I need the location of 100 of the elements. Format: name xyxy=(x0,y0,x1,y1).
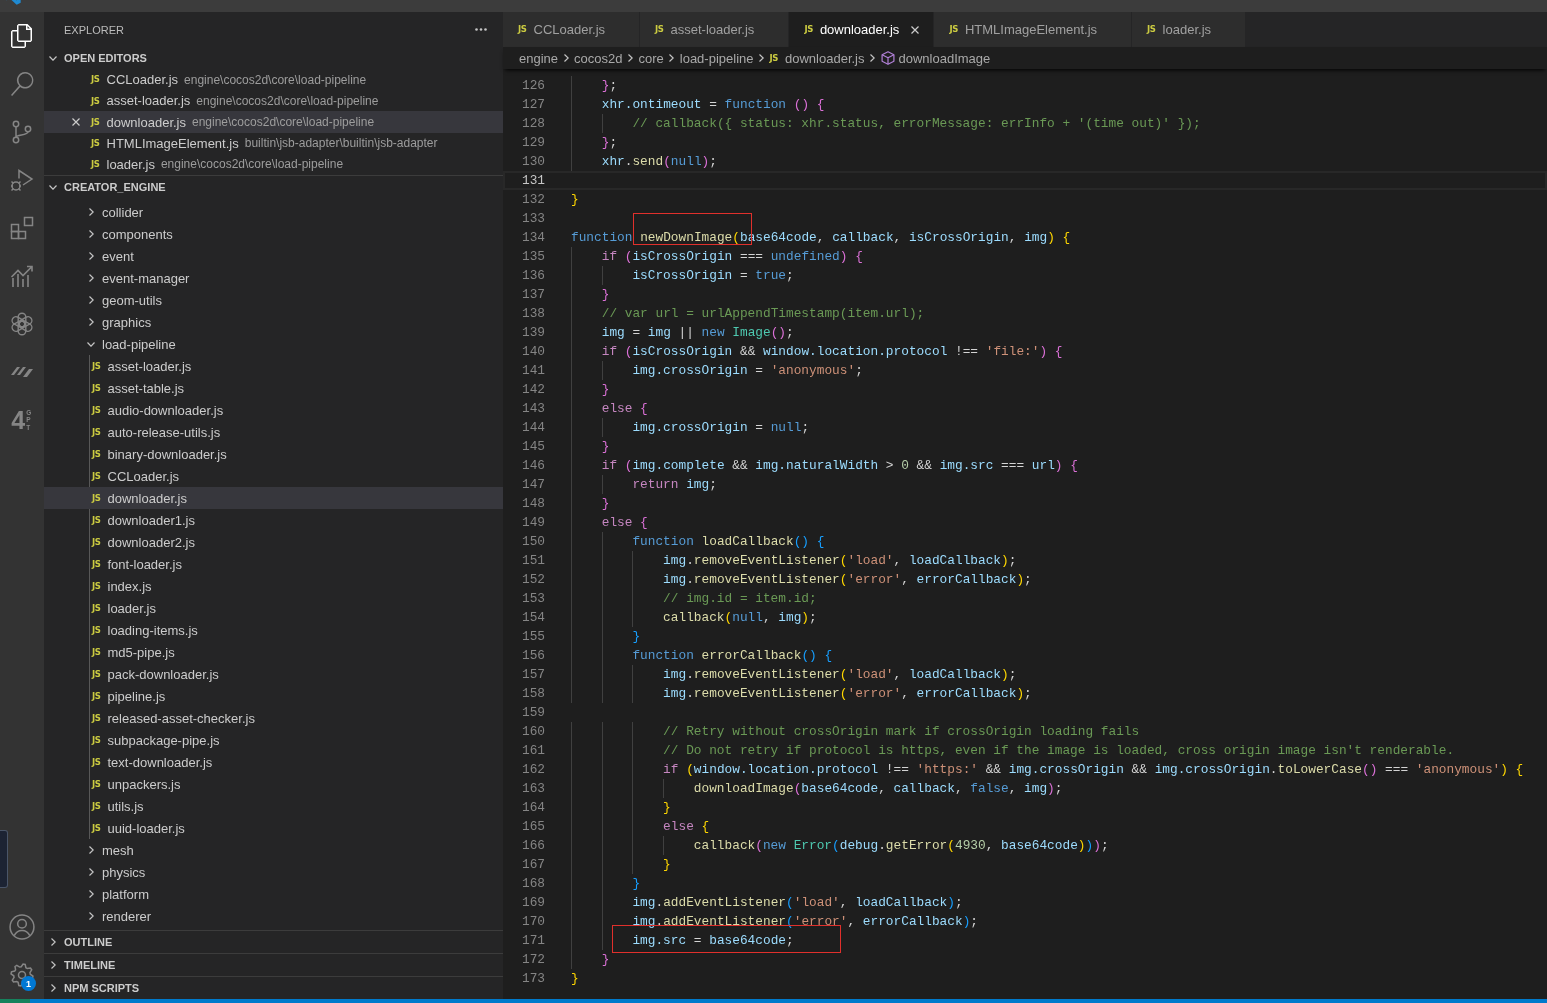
tree-item[interactable]: physics xyxy=(44,861,503,883)
js-file-icon: JS xyxy=(92,823,101,833)
code-line: // Do not retry if protocol is https, even if the image is loaded, cross origin image isn't renderable. xyxy=(663,742,1455,758)
js-file-icon: JS xyxy=(91,75,100,84)
indent-guide xyxy=(601,265,603,285)
breadcrumb-item[interactable]: downloadImage xyxy=(880,50,991,66)
tree-item[interactable]: JS released-asset-checker.js xyxy=(44,707,503,729)
line-number: 170 xyxy=(521,912,545,931)
indent-guide xyxy=(601,474,603,494)
tree-item[interactable]: JS downloader1.js xyxy=(44,509,503,531)
tree-item[interactable]: collider xyxy=(44,201,503,223)
run-debug-icon[interactable] xyxy=(10,168,34,192)
tree-item[interactable]: event xyxy=(44,245,503,267)
js-file-icon: JS xyxy=(92,801,101,811)
line-number: 149 xyxy=(521,513,545,532)
line-number: 160 xyxy=(521,722,545,741)
editor-tab[interactable]: JS downloader.js xyxy=(789,12,935,47)
indent-guide xyxy=(601,360,603,380)
tree-item[interactable]: JS downloader.js xyxy=(44,487,503,509)
editor-tab[interactable]: JS HTMLImageElement.js xyxy=(934,12,1133,47)
tree-item[interactable]: JS unpackers.js xyxy=(44,773,503,795)
tree-item[interactable]: JS pipeline.js xyxy=(44,685,503,707)
extensions-icon[interactable] xyxy=(10,216,34,240)
more-icon[interactable] xyxy=(475,28,487,31)
tree-item[interactable]: JS CCLoader.js xyxy=(44,465,503,487)
tree-item[interactable]: event-manager xyxy=(44,267,503,289)
tree-item[interactable]: JS text-downloader.js xyxy=(44,751,503,773)
js-file-icon: JS xyxy=(92,691,101,701)
tree-item[interactable]: JS index.js xyxy=(44,575,503,597)
floating-widget xyxy=(0,830,8,888)
tree-item[interactable]: JS binary-downloader.js xyxy=(44,443,503,465)
tree-item[interactable]: JS subpackage-pipe.js xyxy=(44,729,503,751)
account-icon[interactable] xyxy=(9,914,35,940)
tree-item[interactable]: mesh xyxy=(44,839,503,861)
tree-item[interactable]: graphics xyxy=(44,311,503,333)
tree-item[interactable]: JS asset-table.js xyxy=(44,377,503,399)
editor-tab[interactable]: JS CCLoader.js xyxy=(503,12,641,47)
open-editor-item[interactable]: JS loader.js engine\cocos2d\core\load-pipeline xyxy=(44,153,503,175)
tree-item[interactable]: JS font-loader.js xyxy=(44,553,503,575)
line-number: 167 xyxy=(521,855,545,874)
js-file-icon: JS xyxy=(92,603,101,613)
tree-item[interactable]: JS audio-downloader.js xyxy=(44,399,503,421)
tree-item[interactable]: renderer xyxy=(44,905,503,927)
section-header[interactable]: CREATOR_ENGINE xyxy=(44,175,503,198)
open-editor-item[interactable]: JS HTMLImageElement.js builtin\jsb-adapter\builtin\jsb-adapter xyxy=(44,132,503,154)
line-number: 128 xyxy=(521,114,545,133)
editor-tab[interactable]: JS asset-loader.js xyxy=(640,12,790,47)
close-icon[interactable] xyxy=(72,118,80,126)
tree-item[interactable]: JS loading-items.js xyxy=(44,619,503,641)
line-number: 164 xyxy=(521,798,545,817)
js-file-icon: JS xyxy=(92,581,101,591)
section-header[interactable]: OPEN EDITORS xyxy=(44,47,503,69)
line-number: 134 xyxy=(521,228,545,247)
breadcrumb-item[interactable]: engine xyxy=(519,50,559,66)
tree-item[interactable]: JS loader.js xyxy=(44,597,503,619)
breadcrumb-item[interactable]: JS downloader.js xyxy=(769,50,865,66)
line-number: 155 xyxy=(521,627,545,646)
breadcrumb-item[interactable]: load-pipeline xyxy=(679,50,754,66)
editor-tab[interactable]: JS loader.js xyxy=(1132,12,1246,47)
close-icon[interactable] xyxy=(911,25,920,34)
tree-item[interactable]: platform xyxy=(44,883,503,905)
code-line: img.removeEventListener('error', errorCallback); xyxy=(663,571,1032,587)
slashes-icon[interactable] xyxy=(11,367,33,377)
tree-item[interactable]: JS utils.js xyxy=(44,795,503,817)
settings-icon[interactable] xyxy=(10,963,34,987)
js-file-icon: JS xyxy=(1147,25,1156,34)
code-line: xhr.ontimeout = function () { xyxy=(601,96,825,112)
tree-item[interactable]: load-pipeline xyxy=(44,333,503,355)
code-line: img.src = base64code; xyxy=(632,932,794,948)
js-file-icon: JS xyxy=(804,25,813,34)
breadcrumb-item[interactable]: cocos2d xyxy=(574,50,623,66)
chart-icon[interactable] xyxy=(10,264,34,288)
tree-item[interactable]: JS uuid-loader.js xyxy=(44,817,503,839)
code-line: }; xyxy=(601,134,618,150)
code-line: img.addEventListener('load', loadCallback); xyxy=(632,894,963,910)
search-icon[interactable] xyxy=(10,72,34,96)
open-editor-item[interactable]: JS CCLoader.js engine\cocos2d\core\load-pipeline xyxy=(44,69,503,91)
line-number: 127 xyxy=(521,95,545,114)
tree-item[interactable]: JS pack-downloader.js xyxy=(44,663,503,685)
line-number: 139 xyxy=(521,323,545,342)
line-number: 159 xyxy=(521,703,545,722)
code-line: } xyxy=(571,191,579,207)
tree-item[interactable]: components xyxy=(44,223,503,245)
tree-item[interactable]: JS asset-loader.js xyxy=(44,355,503,377)
files-icon[interactable] xyxy=(10,24,34,48)
js-file-icon: JS xyxy=(655,25,664,34)
breadcrumb-item[interactable]: core xyxy=(638,50,664,66)
open-editor-item[interactable]: JS asset-loader.js engine\cocos2d\core\load-pipeline xyxy=(44,90,503,112)
js-file-icon: JS xyxy=(92,757,101,767)
notification-badge: 1 xyxy=(21,976,36,991)
open-editor-item[interactable]: JS downloader.js engine\cocos2d\core\load-pipeline xyxy=(44,111,503,133)
knot-icon[interactable] xyxy=(10,312,34,336)
branch-icon[interactable] xyxy=(10,120,34,144)
section-header[interactable]: TIMELINE xyxy=(44,953,503,976)
js-file-icon: JS xyxy=(92,559,101,569)
tree-item[interactable]: geom-utils xyxy=(44,289,503,311)
tree-item[interactable]: JS downloader2.js xyxy=(44,531,503,553)
section-header[interactable]: OUTLINE xyxy=(44,930,503,953)
tree-item[interactable]: JS auto-release-utils.js xyxy=(44,421,503,443)
tree-item[interactable]: JS md5-pipe.js xyxy=(44,641,503,663)
